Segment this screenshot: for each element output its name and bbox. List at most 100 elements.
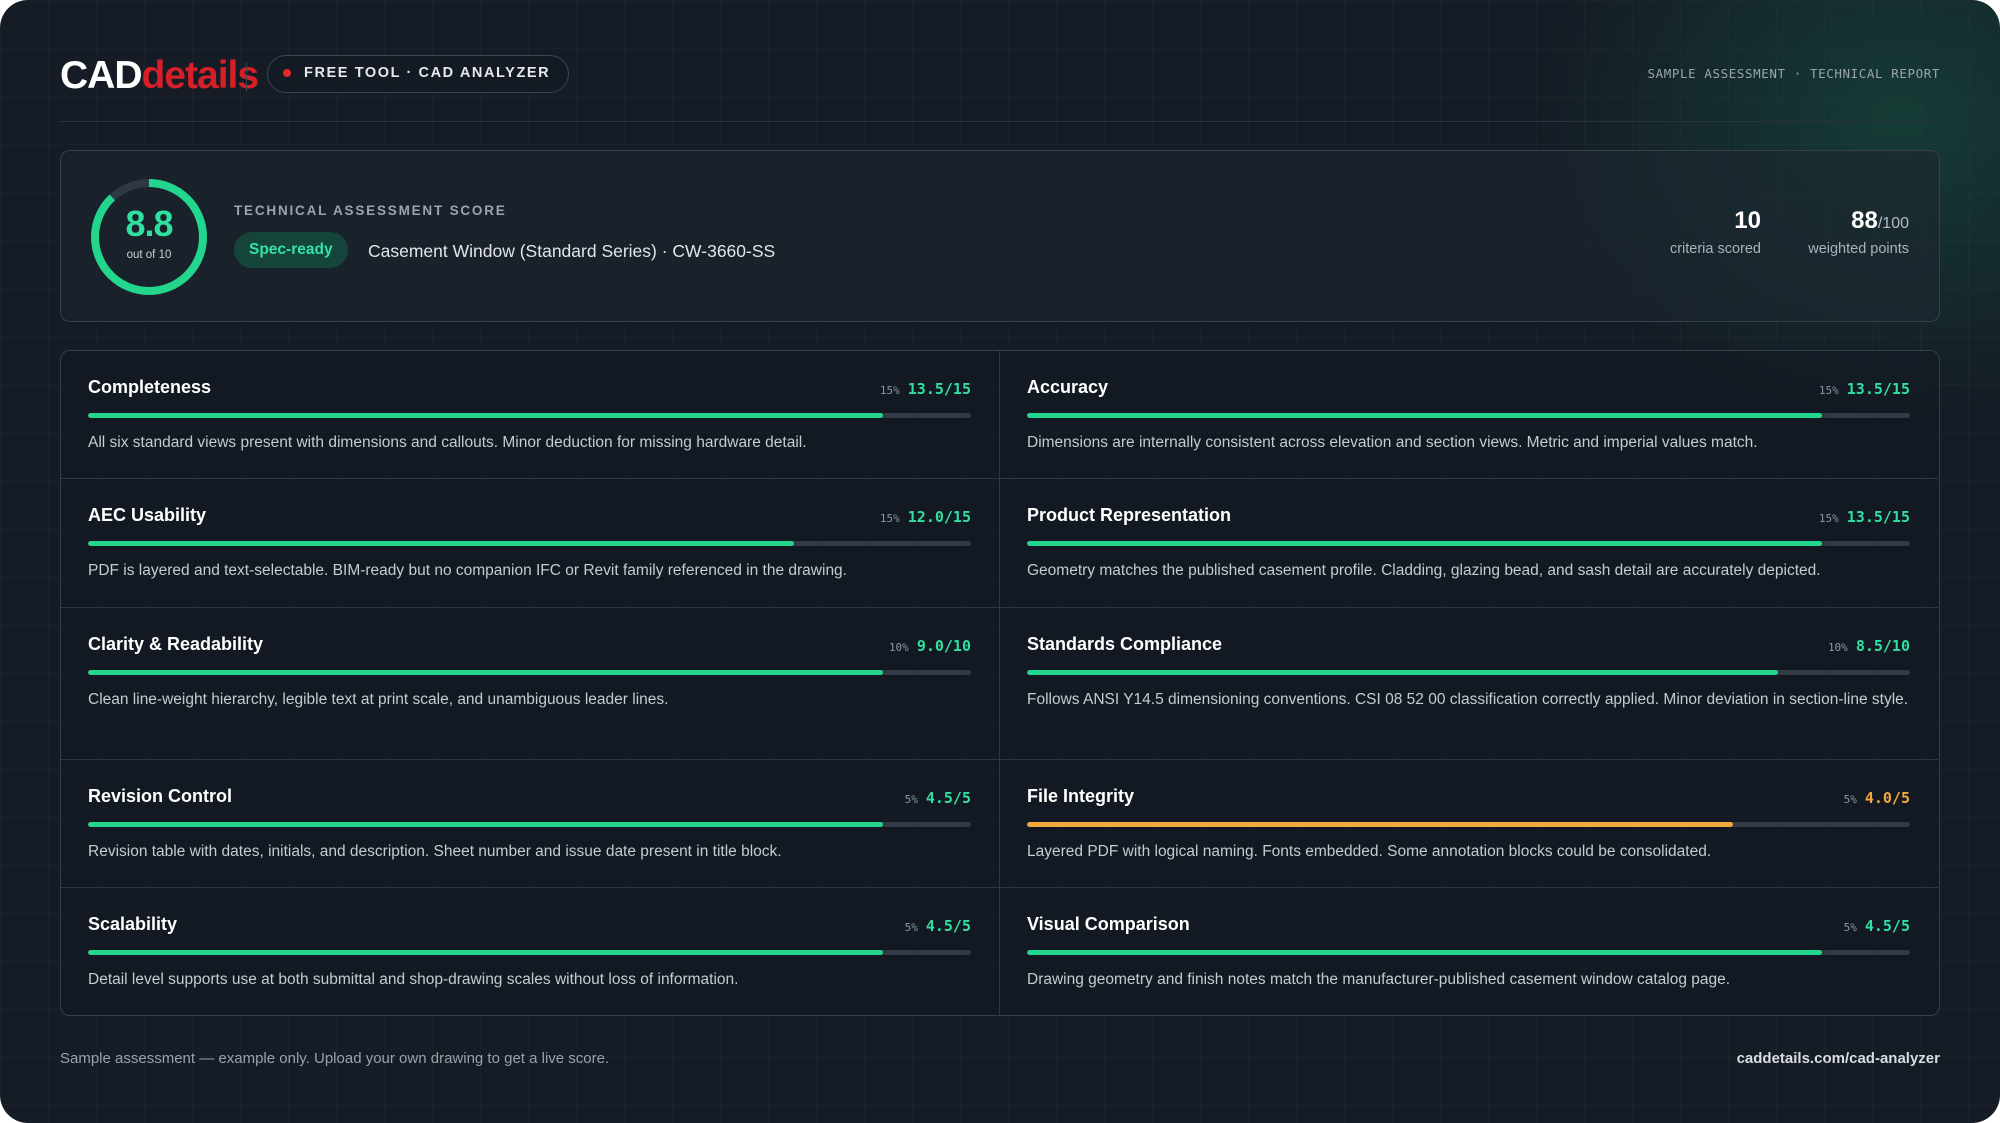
criterion-title: AEC Usability xyxy=(88,505,207,525)
criterion-description: PDF is layered and text-selectable. BIM-… xyxy=(88,562,847,579)
criterion-progress-bar xyxy=(1027,822,1910,827)
criterion-weight: 15% xyxy=(879,512,900,525)
criterion-weight: 15% xyxy=(1818,512,1839,525)
header: CADdetails FREE TOOL · CAD ANALYZER SAMP… xyxy=(60,50,1940,122)
criterion-progress-fill xyxy=(1027,413,1822,418)
criterion-score: 9.0/10 xyxy=(916,637,971,655)
criterion-progress-fill xyxy=(88,950,883,955)
criterion-description: Revision table with dates, initials, and… xyxy=(88,843,782,860)
criteria-count: 10 xyxy=(1734,207,1761,234)
logo-divider xyxy=(246,62,247,92)
criterion-card: File Integrity 5% 4.0/5 Layered PDF with lo… xyxy=(1000,760,1938,888)
criterion-weight: 15% xyxy=(1818,384,1839,397)
score-card: 8.8 out of 10 TECHNICAL ASSESSMENT SCORE… xyxy=(60,150,1940,322)
criterion-meta: 10% 8.5/10 xyxy=(1828,636,1910,655)
score-out-of: out of 10 xyxy=(126,249,172,261)
criterion-score: 4.0/5 xyxy=(1864,789,1910,807)
criterion-meta: 5% 4.5/5 xyxy=(905,916,971,935)
criterion-weight: 5% xyxy=(904,921,918,934)
criterion-weight: 10% xyxy=(1827,641,1848,654)
criterion-card: AEC Usability 15% 12.0/15 PDF is layered an… xyxy=(61,479,1000,608)
criteria-label: criteria scored xyxy=(1669,241,1761,257)
points-value: 88 xyxy=(1851,207,1878,234)
criterion-progress-bar xyxy=(1027,413,1910,418)
report-label: SAMPLE ASSESSMENT · TECHNICAL REPORT xyxy=(1647,66,1940,81)
criterion-meta: 5% 4.0/5 xyxy=(1844,788,1910,807)
criterion-card: Visual Comparison 5% 4.5/5 Drawing geometry… xyxy=(1000,888,1938,1015)
criterion-title: Accuracy xyxy=(1027,377,1109,397)
tool-label: FREE TOOL · CAD ANALYZER xyxy=(304,65,551,81)
criterion-weight: 5% xyxy=(904,793,918,806)
footer-disclaimer: Sample assessment — example only. Upload… xyxy=(60,1050,610,1067)
criterion-meta: 5% 4.5/5 xyxy=(1844,916,1910,935)
criterion-meta: 10% 9.0/10 xyxy=(889,636,971,655)
criterion-meta: 15% 13.5/15 xyxy=(1819,379,1910,398)
criterion-description: Geometry matches the published casement … xyxy=(1027,562,1821,579)
criteria-stat: 10 criteria scored xyxy=(1670,207,1761,257)
criterion-card: Revision Control 5% 4.5/5 Revision table wi… xyxy=(61,760,1000,888)
points-stat: 88/100 weighted points xyxy=(1808,207,1909,257)
criterion-card: Completeness 15% 13.5/15 All six standard v… xyxy=(61,351,1000,479)
criteria-grid: Completeness 15% 13.5/15 All six standard v… xyxy=(60,350,1940,1016)
logo-cad: CAD xyxy=(60,54,142,97)
criterion-progress-bar xyxy=(88,413,971,418)
free-tool-pill: FREE TOOL · CAD ANALYZER xyxy=(267,55,570,93)
assessment-label: TECHNICAL ASSESSMENT SCORE xyxy=(234,203,507,218)
score-value: 8.8 xyxy=(125,203,173,244)
criterion-title: Product Representation xyxy=(1027,505,1232,525)
criterion-weight: 15% xyxy=(879,384,900,397)
criterion-score: 12.0/15 xyxy=(907,508,971,526)
criterion-progress-fill xyxy=(88,541,795,546)
criterion-progress-bar xyxy=(1027,670,1910,675)
criterion-weight: 10% xyxy=(888,641,909,654)
criterion-progress-fill xyxy=(88,413,883,418)
criterion-meta: 15% 13.5/15 xyxy=(1819,507,1910,526)
criterion-description: Clean line-weight hierarchy, legible tex… xyxy=(88,691,669,708)
criterion-progress-bar xyxy=(88,670,971,675)
report-frame: CADdetails FREE TOOL · CAD ANALYZER SAMP… xyxy=(0,0,2000,1123)
criterion-score: 13.5/15 xyxy=(907,380,971,398)
criterion-progress-fill xyxy=(88,822,883,827)
criterion-progress-bar xyxy=(88,822,971,827)
criterion-score: 4.5/5 xyxy=(925,917,971,935)
criterion-progress-bar xyxy=(88,541,971,546)
criterion-progress-fill xyxy=(1027,950,1822,955)
criterion-title: Standards Compliance xyxy=(1027,634,1223,654)
criterion-card: Standards Compliance 10% 8.5/10 Follows ANS… xyxy=(1000,608,1938,760)
criterion-score: 8.5/10 xyxy=(1855,637,1910,655)
points-label: weighted points xyxy=(1808,241,1909,257)
caddetails-logo[interactable]: CADdetails xyxy=(60,54,260,98)
criterion-description: Follows ANSI Y14.5 dimensioning conventi… xyxy=(1027,691,1909,708)
footer-link[interactable]: caddetails.com/cad-analyzer xyxy=(1737,1050,1940,1067)
criterion-card: Scalability 5% 4.5/5 Detail level supports … xyxy=(61,888,1000,1015)
criterion-meta: 15% 12.0/15 xyxy=(880,507,971,526)
criterion-progress-fill xyxy=(88,670,883,675)
product-name: Casement Window (Standard Series) · CW-3… xyxy=(368,241,776,261)
criterion-title: File Integrity xyxy=(1027,786,1135,806)
criterion-description: Dimensions are internally consistent acr… xyxy=(1027,434,1758,451)
criterion-card: Clarity & Readability 10% 9.0/10 Clean line… xyxy=(61,608,1000,760)
criterion-progress-bar xyxy=(1027,950,1910,955)
criterion-weight: 5% xyxy=(1843,921,1857,934)
points-max: /100 xyxy=(1877,215,1909,232)
criterion-progress-fill xyxy=(1027,822,1734,827)
criterion-card: Product Representation 15% 13.5/15 Geometry… xyxy=(1000,479,1938,608)
score-ring: 8.8 out of 10 xyxy=(89,177,209,297)
criterion-meta: 5% 4.5/5 xyxy=(905,788,971,807)
criterion-description: Detail level supports use at both submit… xyxy=(88,971,739,988)
logo-details: details xyxy=(141,54,260,97)
criterion-title: Visual Comparison xyxy=(1027,914,1190,934)
criterion-title: Clarity & Readability xyxy=(88,634,264,654)
criterion-score: 4.5/5 xyxy=(1864,917,1910,935)
criterion-title: Revision Control xyxy=(88,786,233,806)
criterion-weight: 5% xyxy=(1843,793,1857,806)
criterion-score: 13.5/15 xyxy=(1846,508,1910,526)
criterion-meta: 15% 13.5/15 xyxy=(880,379,971,398)
criterion-card: Accuracy 15% 13.5/15 Dimensions are interna… xyxy=(1000,351,1938,479)
criterion-description: Layered PDF with logical naming. Fonts e… xyxy=(1027,843,1712,860)
criterion-progress-fill xyxy=(1027,670,1778,675)
criterion-score: 13.5/15 xyxy=(1846,380,1910,398)
criterion-title: Completeness xyxy=(88,377,212,397)
criterion-description: Drawing geometry and finish notes match … xyxy=(1027,971,1731,988)
criterion-title: Scalability xyxy=(88,914,178,934)
